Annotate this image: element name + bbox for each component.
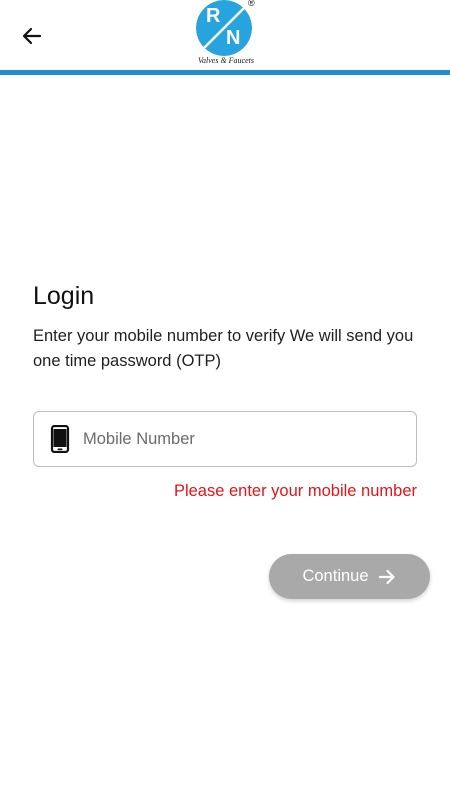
logo-letter-n: N [226,27,241,49]
mobile-number-error: Please enter your mobile number [173,482,417,500]
registered-mark: ® [248,0,255,8]
logo-circle: R N [196,0,252,56]
page-subtitle: Enter your mobile number to verify We wi… [33,327,414,370]
arrow-left-icon [22,27,42,45]
login-screen: R N ® Valves & Faucets Login Enter your … [0,0,450,800]
app-header: R N ® Valves & Faucets [0,0,450,70]
continue-label: Continue [302,567,369,585]
logo-tagline: Valves & Faucets [198,56,254,65]
smartphone-icon [50,425,70,453]
mobile-number-field[interactable] [33,411,417,467]
logo-letter-r: R [206,5,221,27]
brand-logo: R N ® Valves & Faucets [190,0,262,68]
continue-button[interactable]: Continue [269,554,430,599]
header-divider [0,70,450,75]
page-title: Login [33,282,95,310]
back-button[interactable] [14,18,50,54]
arrow-right-icon [378,569,395,584]
mobile-number-input[interactable] [83,412,403,466]
